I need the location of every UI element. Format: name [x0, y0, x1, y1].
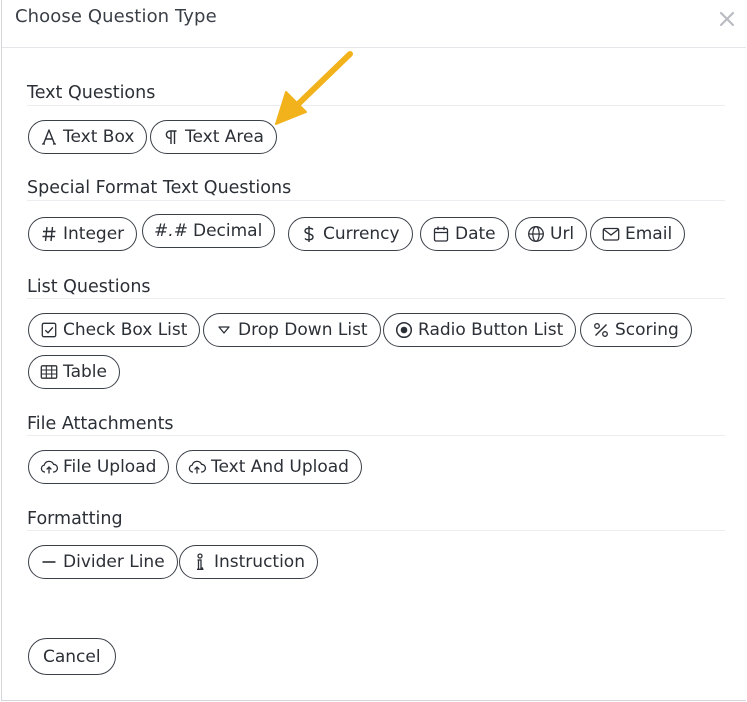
currency-label: Currency: [323, 224, 400, 244]
scoring-button[interactable]: Scoring: [580, 313, 692, 347]
dialog-title: Choose Question Type: [15, 6, 217, 27]
table-icon: [40, 363, 58, 381]
minus-icon: [40, 553, 58, 571]
section-title-formatting: Formatting: [27, 509, 123, 529]
text-box-icon: [40, 128, 58, 146]
dialog-header: Choose Question Type: [2, 0, 746, 48]
percent-icon: [592, 321, 610, 339]
date-button[interactable]: Date: [420, 217, 509, 251]
dollar-icon: [300, 225, 318, 243]
text-area-label: Text Area: [185, 127, 264, 147]
drop-down-list-label: Drop Down List: [238, 320, 368, 340]
divider-line-label: Divider Line: [63, 552, 165, 572]
pilcrow-icon: [162, 128, 180, 146]
decimal-button[interactable]: #.# Decimal: [142, 214, 276, 248]
cloud-upload-icon: [40, 458, 58, 476]
cancel-label: Cancel: [43, 646, 101, 667]
radio-icon: [395, 321, 413, 339]
close-icon: [719, 11, 735, 27]
section-divider: [27, 200, 725, 201]
file-upload-button[interactable]: File Upload: [28, 450, 170, 484]
table-button[interactable]: Table: [28, 355, 120, 389]
text-box-button[interactable]: Text Box: [28, 120, 148, 154]
integer-label: Integer: [63, 224, 125, 244]
triangle-down-icon: [215, 321, 233, 339]
url-button[interactable]: Url: [515, 217, 588, 251]
calendar-icon: [432, 225, 450, 243]
cancel-button[interactable]: Cancel: [28, 638, 116, 675]
decimal-label: Decimal: [193, 221, 263, 241]
text-and-upload-label: Text And Upload: [211, 457, 349, 477]
email-label: Email: [625, 224, 673, 244]
text-area-button[interactable]: Text Area: [150, 120, 277, 154]
info-icon: [191, 553, 209, 571]
divider-line-button[interactable]: Divider Line: [28, 545, 178, 579]
scoring-label: Scoring: [615, 320, 679, 340]
choose-question-type-dialog: Choose Question Type Text Questions Text…: [1, 0, 746, 701]
section-title-special-format: Special Format Text Questions: [27, 178, 292, 198]
annotation-arrow-icon: [275, 51, 353, 125]
email-button[interactable]: Email: [590, 217, 686, 251]
text-and-upload-button[interactable]: Text And Upload: [176, 450, 362, 484]
radio-button-list-label: Radio Button List: [418, 320, 564, 340]
section-divider: [27, 298, 725, 299]
radio-button-list-button[interactable]: Radio Button List: [383, 313, 577, 347]
envelope-icon: [602, 225, 620, 243]
drop-down-list-button[interactable]: Drop Down List: [203, 313, 381, 347]
instruction-label: Instruction: [214, 552, 305, 572]
check-box-list-label: Check Box List: [63, 320, 188, 340]
file-upload-label: File Upload: [63, 457, 157, 477]
globe-icon: [527, 225, 545, 243]
section-title-file-attachments: File Attachments: [27, 414, 174, 434]
cloud-upload-icon: [188, 458, 206, 476]
decimal-icon: #.#: [154, 221, 188, 241]
section-divider: [27, 435, 725, 436]
check-box-list-button[interactable]: Check Box List: [28, 313, 201, 347]
section-title-text-questions: Text Questions: [27, 83, 156, 103]
instruction-button[interactable]: Instruction: [179, 545, 318, 579]
hash-icon: [40, 225, 58, 243]
checkbox-icon: [40, 321, 58, 339]
date-label: Date: [455, 224, 496, 244]
section-divider: [27, 530, 725, 531]
currency-button[interactable]: Currency: [288, 217, 413, 251]
close-button[interactable]: [716, 8, 738, 30]
section-divider: [27, 105, 725, 106]
url-label: Url: [550, 224, 575, 244]
text-box-label: Text Box: [63, 127, 135, 147]
section-title-list-questions: List Questions: [27, 277, 151, 297]
table-label: Table: [63, 362, 107, 382]
integer-button[interactable]: Integer: [28, 217, 138, 251]
